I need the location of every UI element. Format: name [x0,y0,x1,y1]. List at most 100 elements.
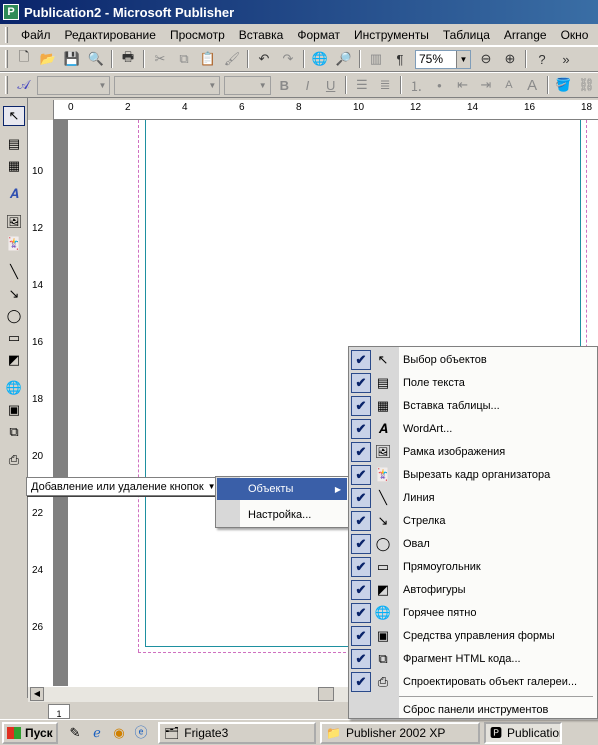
paste-icon[interactable]: 📋 [197,48,219,70]
increase-font-icon[interactable]: A [522,74,543,96]
format-painter-icon[interactable]: 🖌 [221,48,243,70]
checkmark-icon[interactable]: ✔ [351,510,371,531]
checkmark-icon[interactable]: ✔ [351,395,371,416]
toolbar-grip[interactable] [5,50,8,68]
taskbar-item-publication[interactable]: 🅿 Publication [484,721,562,744]
show-desktop-icon[interactable]: ✎ [66,724,84,742]
page-1-button[interactable]: 1 [48,704,70,719]
reset-toolbar-item[interactable]: Сброс панели инструментов [349,698,597,718]
checkmark-icon[interactable]: ✔ [351,556,371,577]
picture-frame-tool[interactable]: 🖼 [3,212,25,232]
objects-menu-item[interactable]: ✔ ⎙ Спроектировать объект галереи... [349,670,597,693]
checkmark-icon[interactable]: ✔ [351,487,371,508]
menu-format[interactable]: Формат [290,28,347,42]
bullets-icon[interactable]: • [429,74,450,96]
increase-indent-icon[interactable]: ⇥ [475,74,496,96]
zoom-out-icon[interactable]: ⊖ [475,48,497,70]
objects-menu-item[interactable]: ✔ ↘ Стрелка [349,509,597,532]
menu-insert[interactable]: Вставка [232,28,291,42]
special-characters-icon[interactable]: ¶ [389,48,411,70]
objects-menu-item[interactable]: ✔ ◯ Овал [349,532,597,555]
checkmark-icon[interactable]: ✔ [351,602,371,623]
taskbar-item-frigate[interactable]: 🗂 Frigate3 [158,721,316,744]
start-button[interactable]: Пуск [2,721,58,744]
objects-menu-item[interactable]: ✔ ▭ Прямоугольник [349,555,597,578]
open-icon[interactable]: 📂 [37,48,59,70]
toolbar-options-icon[interactable]: » [555,48,577,70]
outlook-express-icon[interactable]: ⓔ [132,724,150,742]
redo-icon[interactable]: ↷ [277,48,299,70]
checkmark-icon[interactable]: ✔ [351,533,371,554]
objects-menu-item[interactable]: ✔ 𝑨 WordArt... [349,417,597,440]
objects-menu-item[interactable]: ✔ ▣ Средства управления формы [349,624,597,647]
more-buttons-icon[interactable]: ⛓ [576,74,597,96]
arrow-tool[interactable]: ↘ [3,284,25,304]
scroll-thumb[interactable] [318,687,334,701]
design-checker-icon[interactable]: 🔎 [333,48,355,70]
menu-item-objects[interactable]: Объекты ▶ [217,478,347,500]
checkmark-icon[interactable]: ✔ [351,418,371,439]
horizontal-ruler[interactable]: 0 2 4 6 8 10 12 14 16 18 [54,100,598,120]
text-box-tool[interactable]: ▤ [3,134,25,154]
menu-item-customize[interactable]: Настройка... [217,504,347,526]
design-gallery-tool[interactable]: ⎙ [3,450,25,470]
checkmark-icon[interactable]: ✔ [351,349,371,370]
ruler-corner[interactable] [28,100,54,120]
hyperlink-icon[interactable]: 🌐 [309,48,331,70]
menu-view[interactable]: Просмотр [163,28,232,42]
align-left-icon[interactable]: ☰ [351,74,372,96]
menu-tools[interactable]: Инструменты [347,28,436,42]
taskbar-item-publisher-folder[interactable]: 📁 Publisher 2002 XP [320,721,480,744]
internet-explorer-icon[interactable]: ℯ [88,724,106,742]
objects-menu-item[interactable]: ✔ 🌐 Горячее пятно [349,601,597,624]
bold-icon[interactable]: B [274,74,295,96]
objects-menu-item[interactable]: ✔ ╲ Линия [349,486,597,509]
form-controls-tool[interactable]: ▣ [3,400,25,420]
objects-menu-item[interactable]: ✔ ◩ Автофигуры [349,578,597,601]
decrease-indent-icon[interactable]: ⇤ [452,74,473,96]
undo-icon[interactable]: ↶ [253,48,275,70]
justify-icon[interactable]: ≣ [374,74,395,96]
hotspot-tool[interactable]: 🌐 [3,378,25,398]
style-combobox[interactable]: ▼ [37,75,111,95]
scroll-left-icon[interactable]: ◀ [30,687,44,701]
oval-tool[interactable]: ◯ [3,306,25,326]
vertical-ruler[interactable]: 10 12 14 16 18 20 22 24 26 [28,120,54,686]
toolbar-grip[interactable] [5,76,8,94]
objects-menu-item[interactable]: ✔ ▦ Вставка таблицы... [349,394,597,417]
publisher-app-icon[interactable]: P [3,4,19,20]
checkmark-icon[interactable]: ✔ [351,441,371,462]
zoom-in-icon[interactable]: ⊕ [499,48,521,70]
menu-window[interactable]: Окно [554,28,596,42]
checkmark-icon[interactable]: ✔ [351,579,371,600]
help-icon[interactable]: ? [531,48,553,70]
cut-icon[interactable]: ✂ [149,48,171,70]
clip-organizer-tool[interactable]: 🃏 [3,234,25,254]
font-combobox[interactable]: ▼ [114,75,221,95]
decrease-font-icon[interactable]: A [498,74,519,96]
underline-icon[interactable]: U [320,74,341,96]
numbering-icon[interactable]: ⒈ [406,74,427,96]
html-fragment-tool[interactable]: ⧉ [3,422,25,442]
checkmark-icon[interactable]: ✔ [351,671,371,692]
checkmark-icon[interactable]: ✔ [351,625,371,646]
objects-menu-item[interactable]: ✔ ▤ Поле текста [349,371,597,394]
objects-menu-item[interactable]: ✔ 🃏 Вырезать кадр организатора [349,463,597,486]
checkmark-icon[interactable]: ✔ [351,648,371,669]
columns-icon[interactable]: ▥ [365,48,387,70]
table-tool[interactable]: ▦ [3,156,25,176]
objects-menu-item[interactable]: ✔ ⧉ Фрагмент HTML кода... [349,647,597,670]
zoom-combobox[interactable]: 75% ▼ [415,49,471,69]
chevron-down-icon[interactable]: ▼ [456,50,470,68]
add-remove-buttons-menu[interactable]: Добавление или удаление кнопок ▼ [26,477,216,496]
line-tool[interactable]: ╲ [3,262,25,282]
menu-edit[interactable]: Редактирование [58,28,163,42]
web-preview-icon[interactable]: 🔍 [85,48,107,70]
wordart-tool[interactable]: 𝑨 [3,184,25,204]
select-objects-tool[interactable]: ↖ [3,106,25,126]
autoshapes-tool[interactable]: ◩ [3,350,25,370]
checkmark-icon[interactable]: ✔ [351,464,371,485]
menu-arrange[interactable]: Arrange [497,28,554,42]
fill-color-icon[interactable]: 🪣 [553,74,574,96]
styles-icon[interactable]: 𝒜 [13,74,34,96]
